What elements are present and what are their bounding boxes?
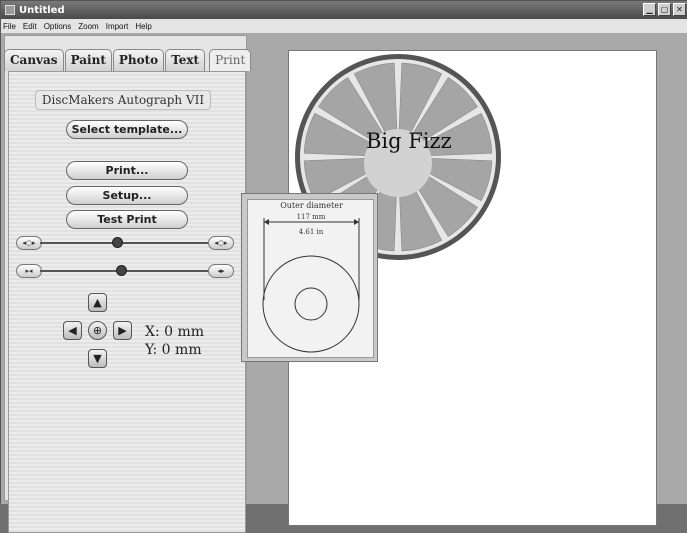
setup-button[interactable]: Setup...	[66, 186, 188, 205]
shrink-icon[interactable]: ◂○▸	[16, 236, 42, 250]
widen-icon[interactable]: ◂▸	[208, 264, 234, 278]
maximize-button[interactable]: ▢	[658, 3, 671, 16]
narrow-icon[interactable]: ▸◂	[16, 264, 42, 278]
minimize-button[interactable]: ▁	[643, 3, 656, 16]
menu-help[interactable]: Help	[135, 22, 151, 31]
outer-circle	[262, 255, 360, 353]
tab-text[interactable]: Text	[165, 49, 206, 71]
arrow-left-icon[interactable]: ◀	[63, 321, 82, 340]
menu-file[interactable]: File	[3, 22, 16, 31]
menu-edit[interactable]: Edit	[23, 22, 37, 31]
app-icon	[5, 5, 15, 15]
window-controls: ▁ ▢ ✕	[643, 3, 686, 16]
app-window: Untitled ▁ ▢ ✕ File Edit Options Zoom Im…	[0, 0, 687, 533]
y-coordinate: Y: 0 mm	[145, 342, 202, 358]
arrow-head-left	[264, 219, 269, 225]
title-bar: Untitled ▁ ▢ ✕	[1, 1, 687, 19]
x-coordinate: X: 0 mm	[145, 324, 205, 340]
test-print-button[interactable]: Test Print	[66, 210, 188, 229]
arrow-head-right	[354, 219, 359, 225]
close-button[interactable]: ✕	[673, 3, 686, 16]
window-title: Untitled	[19, 4, 65, 16]
diameter-diagram	[262, 218, 360, 353]
tab-photo[interactable]: Photo	[112, 49, 165, 71]
disc-text[interactable]: Big Fizz	[366, 129, 452, 153]
menu-zoom[interactable]: Zoom	[78, 22, 98, 31]
size-slider[interactable]: ◂○▸ ◂○▸	[16, 236, 238, 250]
crosshair-icon[interactable]: ⊕	[88, 321, 107, 340]
grow-icon[interactable]: ◂○▸	[208, 236, 234, 250]
template-name-label: DiscMakers Autograph VII	[35, 90, 211, 110]
outer-diameter-popup: Outer diameter 117 mm 4.61 in	[241, 193, 378, 362]
main-area: Canvas Paint Photo Text Print DiscMakers…	[1, 33, 687, 533]
arrow-right-icon[interactable]: ▶	[113, 321, 132, 340]
slider-knob[interactable]	[112, 237, 124, 248]
tab-bar: Canvas Paint Photo Text Print	[4, 49, 252, 71]
menu-bar: File Edit Options Zoom Import Help	[1, 19, 687, 33]
arrow-up-icon[interactable]: ▲	[88, 293, 107, 312]
arrow-down-icon[interactable]: ▼	[88, 349, 107, 368]
tab-print[interactable]: Print	[209, 49, 252, 71]
tab-paint[interactable]: Paint	[64, 49, 112, 71]
menu-options[interactable]: Options	[44, 22, 72, 31]
tab-canvas[interactable]: Canvas	[4, 49, 64, 71]
inner-circle	[294, 287, 328, 321]
menu-import[interactable]: Import	[106, 22, 129, 31]
slider-knob[interactable]	[115, 265, 127, 276]
select-template-button[interactable]: Select template...	[66, 120, 188, 139]
print-button[interactable]: Print...	[66, 161, 188, 180]
popup-inner: Outer diameter 117 mm 4.61 in	[247, 199, 374, 358]
slider-track	[40, 242, 212, 244]
print-panel	[8, 71, 246, 533]
position-slider[interactable]: ▸◂ ◂▸	[16, 264, 238, 278]
